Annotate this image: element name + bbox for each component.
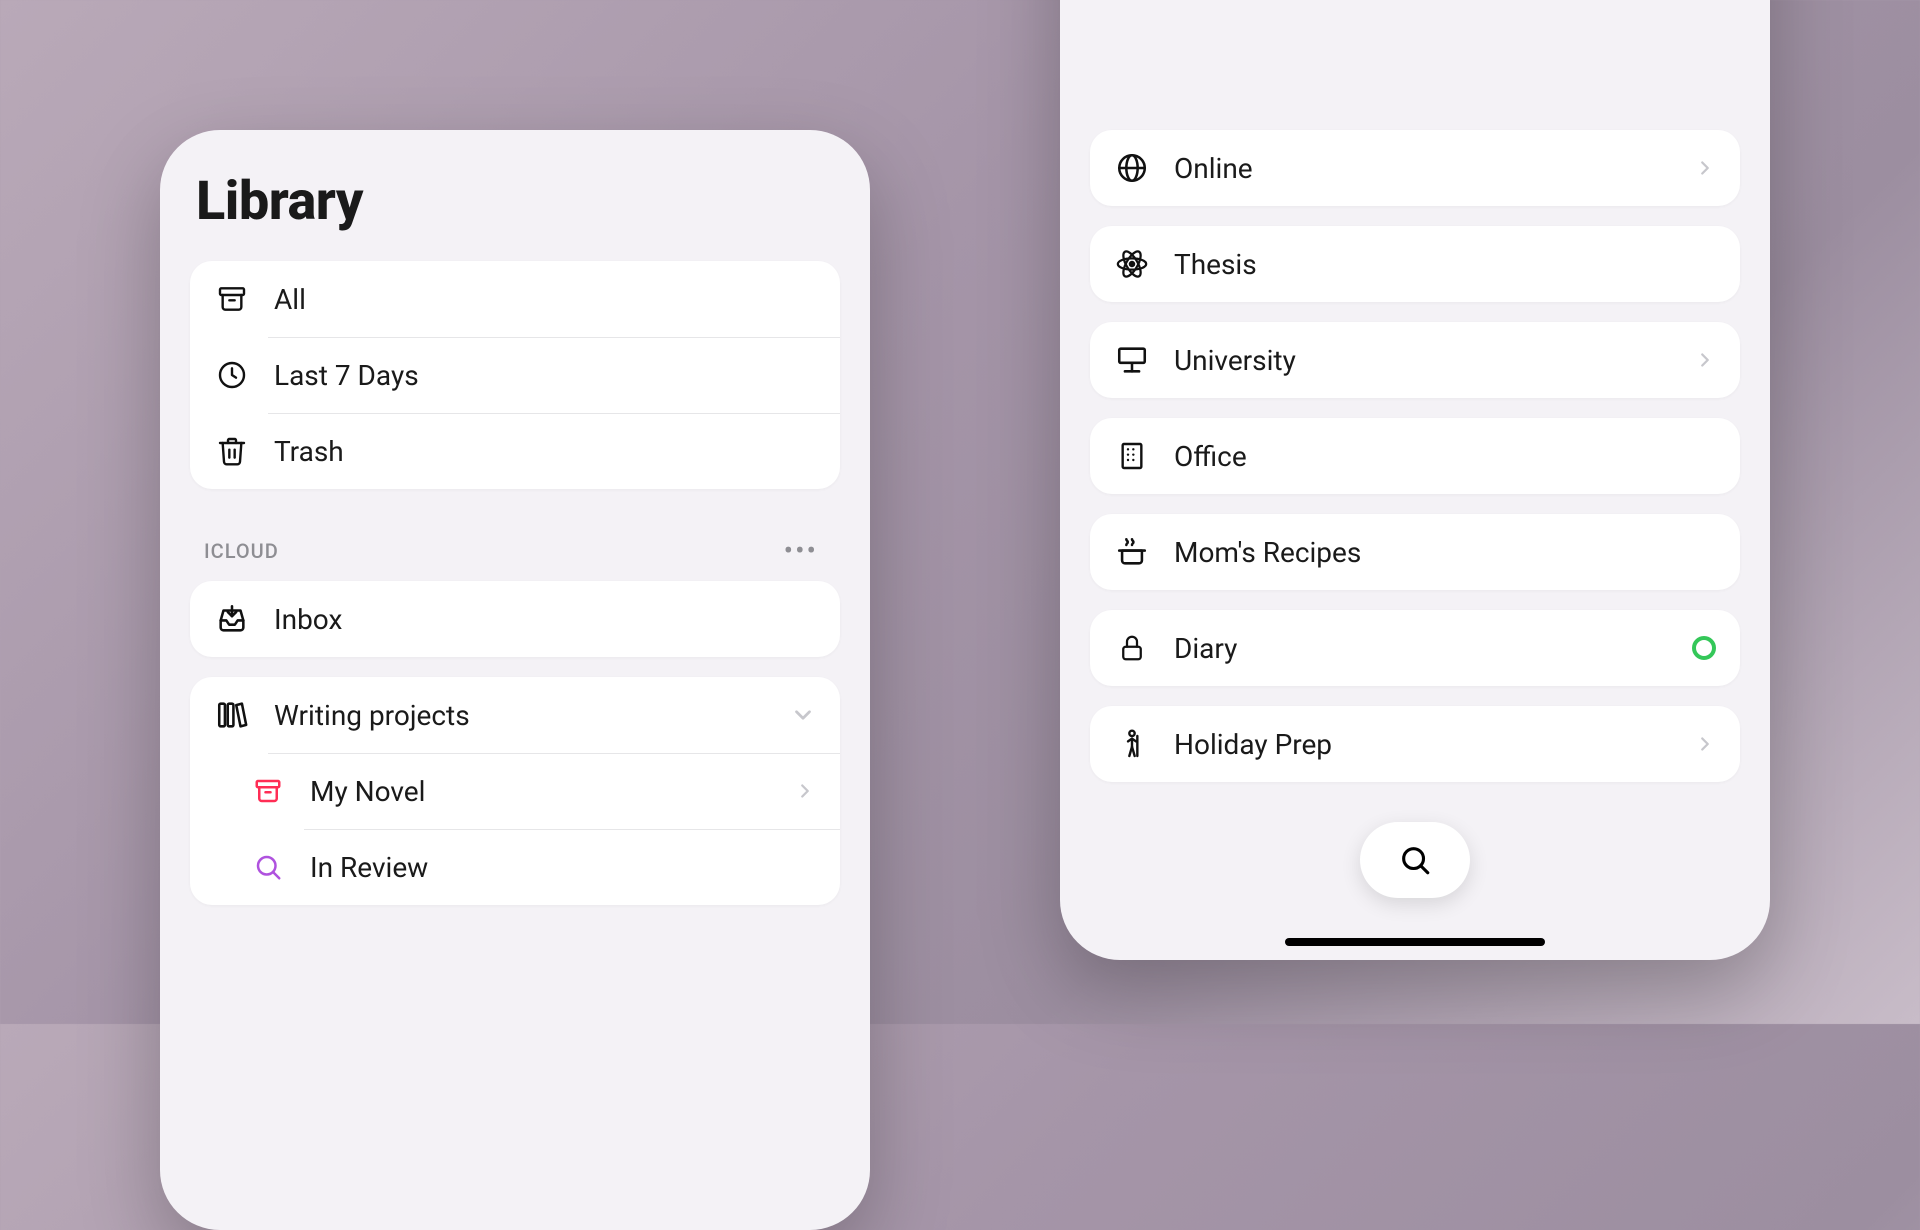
writing-card: Writing projects My Novel In Review <box>190 677 840 905</box>
row-online[interactable]: Online <box>1090 130 1740 206</box>
page-title: Library <box>196 170 840 233</box>
archive-icon <box>214 281 250 317</box>
inbox-icon <box>214 601 250 637</box>
trash-icon <box>214 433 250 469</box>
chevron-right-icon <box>1694 349 1716 371</box>
row-all[interactable]: All <box>190 261 840 337</box>
row-holiday[interactable]: Holiday Prep <box>1090 706 1740 782</box>
row-diary[interactable]: Diary <box>1090 610 1740 686</box>
inbox-card: Inbox <box>190 581 840 657</box>
row-thesis-card: Thesis <box>1090 226 1740 302</box>
row-holiday-card: Holiday Prep <box>1090 706 1740 782</box>
search-icon <box>1398 843 1432 877</box>
row-recipes[interactable]: Mom's Recipes <box>1090 514 1740 590</box>
row-university-label: University <box>1174 344 1670 377</box>
row-last7[interactable]: Last 7 Days <box>190 337 840 413</box>
row-online-card: Online <box>1090 130 1740 206</box>
row-recipes-label: Mom's Recipes <box>1174 536 1716 569</box>
chevron-right-icon <box>794 780 816 802</box>
chevron-right-icon <box>1694 157 1716 179</box>
row-university[interactable]: University <box>1090 322 1740 398</box>
clock-icon <box>214 357 250 393</box>
row-trash-label: Trash <box>274 435 816 468</box>
row-thesis-label: Thesis <box>1174 248 1716 281</box>
building-icon <box>1114 438 1150 474</box>
row-writing-label: Writing projects <box>274 699 766 732</box>
lock-icon <box>1114 630 1150 666</box>
search-button[interactable] <box>1360 822 1470 898</box>
chevron-right-icon <box>1694 733 1716 755</box>
atom-icon <box>1114 246 1150 282</box>
row-online-label: Online <box>1174 152 1670 185</box>
row-inbox-label: Inbox <box>274 603 816 636</box>
row-thesis[interactable]: Thesis <box>1090 226 1740 302</box>
phone-right: Online Thesis University <box>1060 0 1770 960</box>
status-indicator <box>1692 636 1716 660</box>
system-card: All Last 7 Days Trash <box>190 261 840 489</box>
row-recipes-card: Mom's Recipes <box>1090 514 1740 590</box>
row-office[interactable]: Office <box>1090 418 1740 494</box>
presentation-icon <box>1114 342 1150 378</box>
books-icon <box>214 697 250 733</box>
search-icon <box>250 849 286 885</box>
row-trash[interactable]: Trash <box>190 413 840 489</box>
globe-icon <box>1114 150 1150 186</box>
chevron-down-icon <box>790 702 816 728</box>
icloud-section-title: ICLOUD <box>204 539 279 563</box>
row-office-label: Office <box>1174 440 1716 473</box>
row-inbox[interactable]: Inbox <box>190 581 840 657</box>
row-all-label: All <box>274 283 816 316</box>
row-inreview[interactable]: In Review <box>190 829 840 905</box>
archive-icon <box>250 773 286 809</box>
phone-left: Library All Last 7 Days Trash ICLOUD ••• <box>160 130 870 1230</box>
hiker-icon <box>1114 726 1150 762</box>
row-university-card: University <box>1090 322 1740 398</box>
row-mynovel[interactable]: My Novel <box>190 753 840 829</box>
more-button[interactable]: ••• <box>776 533 826 569</box>
icloud-section-header: ICLOUD ••• <box>190 509 840 581</box>
row-office-card: Office <box>1090 418 1740 494</box>
home-indicator[interactable] <box>1285 938 1545 946</box>
row-writing[interactable]: Writing projects <box>190 677 840 753</box>
row-diary-card: Diary <box>1090 610 1740 686</box>
row-diary-label: Diary <box>1174 632 1668 665</box>
pot-icon <box>1114 534 1150 570</box>
row-holiday-label: Holiday Prep <box>1174 728 1670 761</box>
row-mynovel-label: My Novel <box>310 775 770 808</box>
row-inreview-label: In Review <box>310 851 816 884</box>
row-last7-label: Last 7 Days <box>274 359 816 392</box>
